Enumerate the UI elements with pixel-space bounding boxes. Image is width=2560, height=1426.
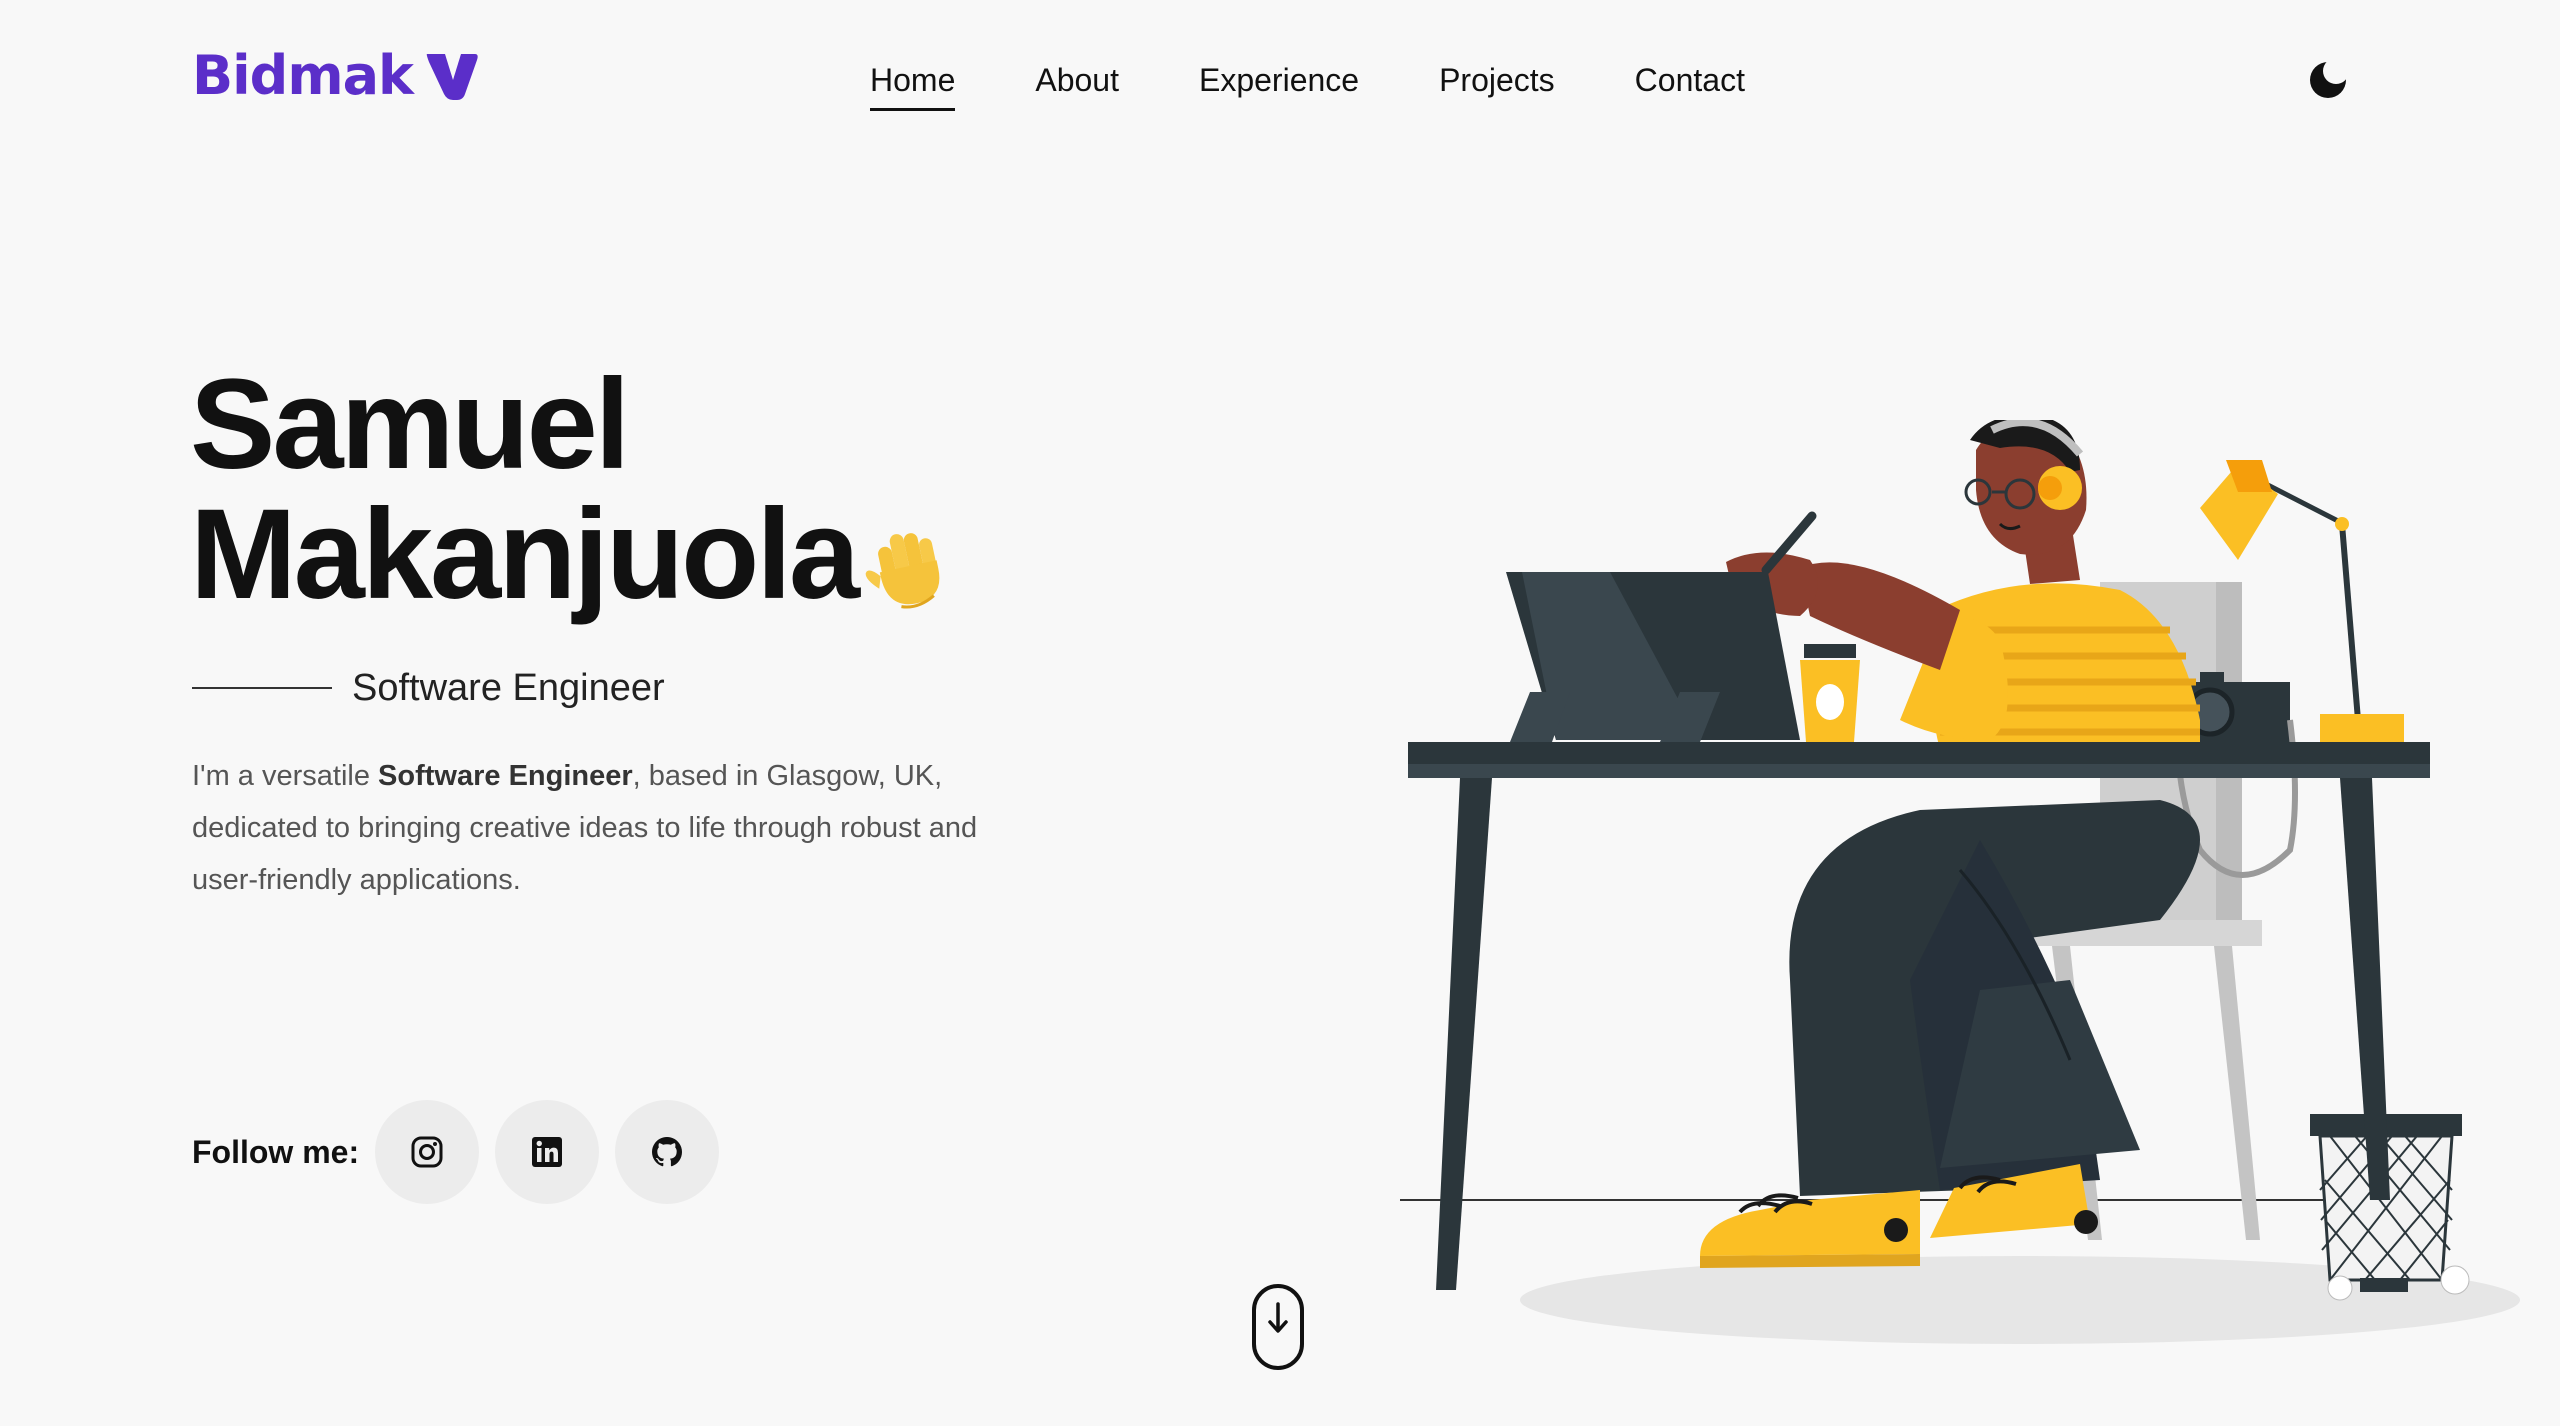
nav-link-home[interactable]: Home <box>870 56 956 111</box>
linkedin-icon <box>532 1137 563 1167</box>
logo-link[interactable]: Bidmak <box>192 48 479 104</box>
instagram-icon <box>411 1136 443 1168</box>
nav-link-projects[interactable]: Projects <box>1439 56 1555 111</box>
role-line-group: Software Engineer <box>192 664 665 712</box>
bio-prefix: I'm a versatile <box>192 760 379 792</box>
hero-first-name: Samuel <box>190 353 630 496</box>
nav-link-contact[interactable]: Contact <box>1635 56 1745 111</box>
github-icon <box>652 1137 683 1167</box>
linkedin-link[interactable] <box>495 1100 600 1204</box>
navbar: Bidmak Home About Experience Projects Co… <box>0 0 2560 160</box>
github-link[interactable] <box>615 1100 720 1204</box>
logo-text: Bidmak <box>192 44 414 107</box>
typo3-logo-icon <box>426 54 478 100</box>
hero-bio: I'm a versatile Software Engineer, based… <box>192 750 1012 906</box>
coffee-cup <box>1800 644 1860 742</box>
monitor <box>1506 572 1800 742</box>
nav-link-about[interactable]: About <box>1035 56 1119 111</box>
trash-can <box>2310 1114 2470 1301</box>
hero-name: Samuel Makanjuola <box>190 353 860 626</box>
main-menu: Home About Experience Projects Contact <box>870 56 1745 111</box>
nav-link-experience[interactable]: Experience <box>1199 56 1359 111</box>
follow-me-section: Follow me: <box>192 1100 735 1204</box>
scroll-down-button[interactable] <box>1252 1284 1304 1370</box>
arrow-down-icon <box>1268 1302 1288 1333</box>
page: Bidmak Home About Experience Projects Co… <box>0 0 2560 1426</box>
instagram-link[interactable] <box>375 1100 480 1204</box>
role-text: Software Engineer <box>352 667 665 709</box>
waving-hand-icon <box>865 533 940 609</box>
role-divider <box>192 687 332 689</box>
moon-icon <box>2310 58 2349 98</box>
follow-label: Follow me: <box>192 1133 360 1170</box>
hero-last-name: Makanjuola <box>190 483 860 626</box>
theme-toggle-button[interactable] <box>2308 58 2349 100</box>
developer-at-desk-illustration <box>1400 420 2520 1344</box>
bio-highlight: Software Engineer <box>378 760 633 792</box>
person <box>1700 420 2200 1268</box>
